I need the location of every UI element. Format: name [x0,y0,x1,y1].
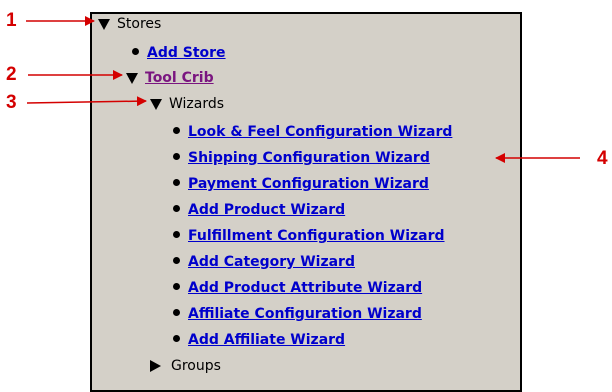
callout-arrow-3 [26,96,147,107]
callout-number: 2 [6,64,17,85]
callout-number: 1 [6,10,17,31]
callout-number: 4 [597,148,608,169]
callout-number: 3 [6,92,17,113]
callout-arrows [26,16,580,163]
